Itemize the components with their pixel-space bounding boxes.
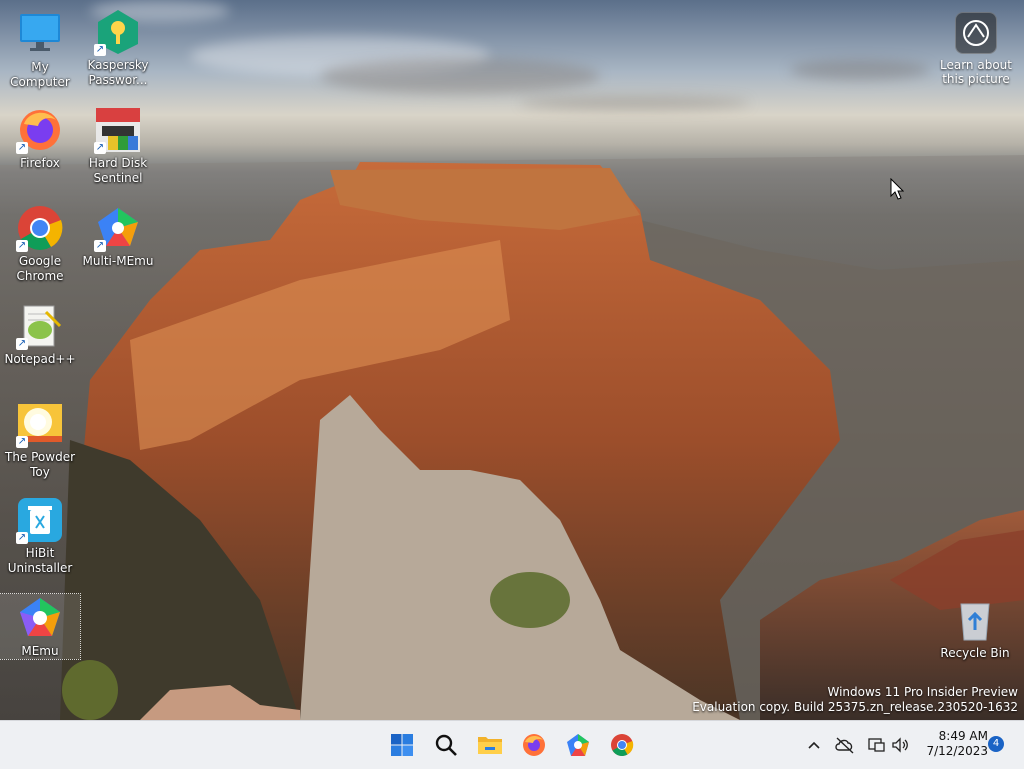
shortcut-arrow-icon: ↗ [16, 338, 28, 350]
desktop-icon-recycle-bin[interactable]: Recycle Bin [935, 596, 1015, 661]
watermark-build: Evaluation copy. Build 25375.zn_release.… [692, 700, 1018, 714]
memu-icon [567, 734, 589, 756]
desktop-icon-label: The Powder Toy [4, 450, 76, 479]
desktop-icon-label: Kaspersky Passwor... [87, 58, 149, 87]
memu-icon [16, 594, 64, 642]
clock-date: 7/12/2023 [926, 744, 988, 758]
onedrive-offline-icon[interactable] [834, 735, 854, 755]
powder-toy-icon: ↗ [16, 400, 64, 448]
desktop-icon-powder-toy[interactable]: ↗ The Powder Toy [0, 400, 80, 480]
show-hidden-icons-chevron-up-icon[interactable] [804, 735, 824, 755]
shortcut-arrow-icon: ↗ [16, 436, 28, 448]
desktop-icon-label: Firefox [20, 156, 60, 170]
learn-picture-line1: Learn about [940, 58, 1012, 72]
desktop-icon-google-chrome[interactable]: ↗ Google Chrome [0, 204, 80, 284]
desktop-icon-my-computer[interactable]: My Computer [0, 10, 80, 90]
chrome-icon [611, 734, 634, 756]
shortcut-arrow-icon: ↗ [94, 240, 106, 252]
desktop-icon-kaspersky-password[interactable]: ↗ Kaspersky Passwor... [78, 8, 158, 88]
notification-badge[interactable]: 4 [988, 736, 1004, 752]
desktop-icon-label: HiBit Uninstaller [7, 546, 73, 575]
desktop-icon-notepadpp[interactable]: ↗ Notepad++ [0, 302, 80, 367]
start-icon [391, 734, 413, 756]
volume-icon[interactable] [890, 735, 910, 755]
clock-time: 8:49 AM [938, 729, 988, 743]
multi-memu-icon: ↗ [94, 204, 142, 252]
start-button[interactable] [386, 729, 418, 761]
chrome-icon: ↗ [16, 204, 64, 252]
desktop-icon-label: Hard Disk Sentinel [88, 156, 148, 185]
monitor-icon [16, 10, 64, 58]
shortcut-arrow-icon: ↗ [94, 142, 106, 154]
learn-picture-line2: this picture [942, 72, 1010, 86]
shortcut-arrow-icon: ↗ [94, 44, 106, 56]
desktop[interactable]: My Computer ↗ Firefox ↗ Google Chrome ↗ … [0, 0, 1024, 720]
network-icon[interactable] [866, 735, 886, 755]
desktop-icon-label: Multi-MEmu [82, 254, 154, 268]
firefox-taskbar-button[interactable] [518, 729, 550, 761]
memu-taskbar-button[interactable] [562, 729, 594, 761]
search-button[interactable] [430, 729, 462, 761]
desktop-icon-multi-memu[interactable]: ↗ Multi-MEmu [78, 204, 158, 269]
recycle-bin-icon [951, 596, 999, 644]
watermark-edition: Windows 11 Pro Insider Preview [827, 685, 1018, 699]
desktop-icon-firefox[interactable]: ↗ Firefox [0, 106, 80, 171]
clock[interactable]: 8:49 AM 7/12/2023 [918, 729, 988, 759]
camera-icon [955, 12, 997, 54]
desktop-icon-label: Notepad++ [4, 352, 76, 366]
desktop-icon-memu[interactable]: MEmu [0, 593, 81, 660]
notepadpp-icon: ↗ [16, 302, 64, 350]
kaspersky-password-icon: ↗ [94, 8, 142, 56]
desktop-icon-label: Google Chrome [16, 254, 64, 283]
desktop-icon-hard-disk-sentinel[interactable]: ↗ Hard Disk Sentinel [78, 106, 158, 186]
hard-disk-sentinel-icon: ↗ [94, 106, 142, 154]
file-explorer-button[interactable] [474, 729, 506, 761]
hibit-uninstaller-icon: ↗ [16, 496, 64, 544]
taskbar: 8:49 AM 7/12/2023 [0, 720, 1024, 769]
learn-about-picture[interactable]: Learn about this picture [936, 8, 1016, 86]
shortcut-arrow-icon: ↗ [16, 532, 28, 544]
firefox-icon [523, 734, 545, 756]
desktop-icon-label: My Computer [10, 60, 70, 89]
firefox-icon: ↗ [16, 106, 64, 154]
desktop-icon-label: MEmu [21, 644, 59, 658]
mouse-cursor-icon [890, 177, 905, 204]
chrome-taskbar-button[interactable] [606, 729, 638, 761]
shortcut-arrow-icon: ↗ [16, 240, 28, 252]
desktop-icon-hibit-uninstaller[interactable]: ↗ HiBit Uninstaller [0, 496, 80, 576]
desktop-icon-label: Recycle Bin [940, 646, 1010, 660]
search-icon [435, 734, 457, 756]
shortcut-arrow-icon: ↗ [16, 142, 28, 154]
file-explorer-icon [478, 737, 502, 754]
evaluation-watermark: Windows 11 Pro Insider Preview Evaluatio… [692, 685, 1018, 715]
